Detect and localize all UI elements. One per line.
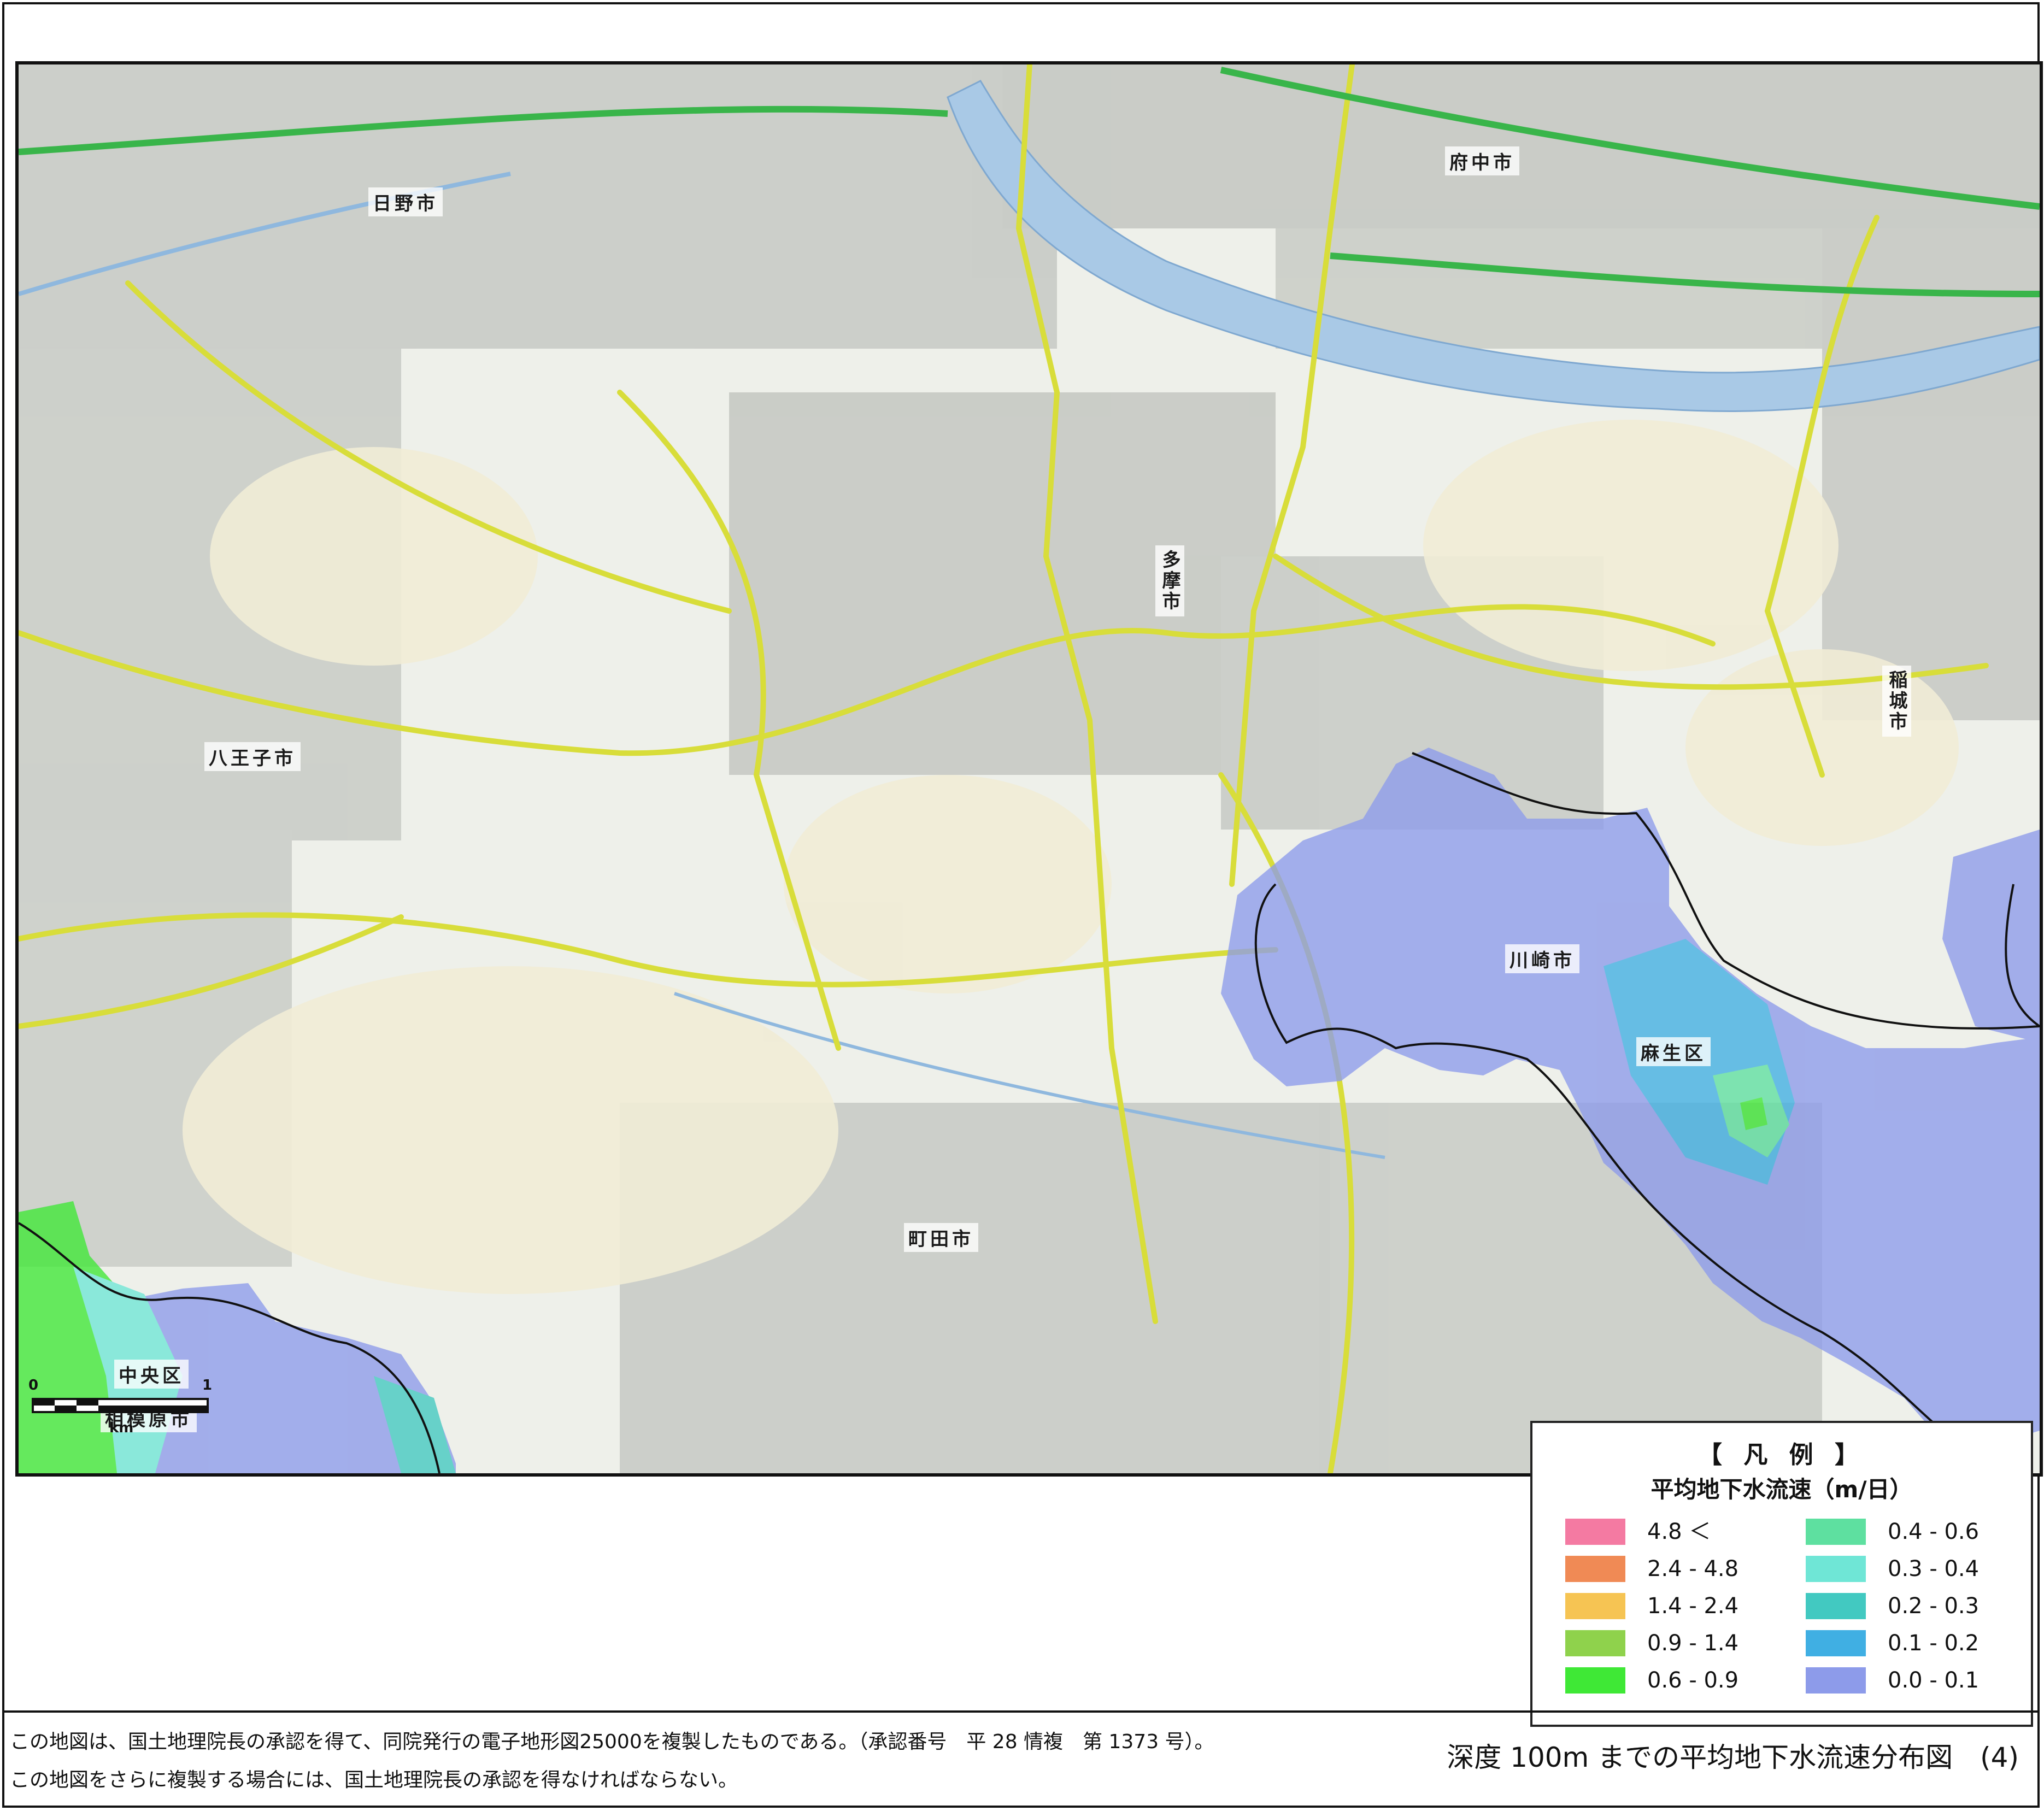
legend-item: 0.6 - 0.9 xyxy=(1565,1667,1784,1697)
legend-swatch xyxy=(1565,1667,1625,1694)
place-label-fuchu: 府中市 xyxy=(1445,146,1519,175)
place-label-hino: 日野市 xyxy=(368,187,443,216)
legend-label: 0.6 - 0.9 xyxy=(1647,1668,1739,1693)
legend-label: 0.9 - 1.4 xyxy=(1647,1631,1739,1656)
legend-label: 0.4 - 0.6 xyxy=(1888,1519,1980,1544)
topographic-map[interactable] xyxy=(19,64,2040,1473)
legend-title: 【 凡 例 】 xyxy=(1698,1441,1865,1469)
legend-item: 2.4 - 4.8 xyxy=(1565,1556,1784,1585)
legend-label: 0.0 - 0.1 xyxy=(1888,1668,1980,1693)
legend-item: 0.3 - 0.4 xyxy=(1806,1556,2024,1585)
legend-item: 0.1 - 0.2 xyxy=(1806,1630,2024,1660)
legend-label: 0.3 - 0.4 xyxy=(1888,1556,1980,1581)
legend-swatch xyxy=(1806,1630,1866,1656)
scale-end-label: 1 xyxy=(202,1377,213,1393)
footer-divider xyxy=(2,1710,2040,1713)
place-label-machida: 町田市 xyxy=(904,1223,978,1252)
legend-subtitle: 平均地下水流速（m/日） xyxy=(1651,1476,1913,1503)
place-label-kawasaki: 川崎市 xyxy=(1505,944,1579,973)
legend-item: 0.9 - 1.4 xyxy=(1565,1630,1784,1660)
legend-swatch xyxy=(1806,1593,1866,1619)
legend-swatch xyxy=(1565,1556,1625,1582)
legend-label: 4.8 ＜ xyxy=(1647,1519,1711,1544)
scale-bar: 0 1 km xyxy=(22,1377,219,1443)
legend-swatch xyxy=(1806,1556,1866,1582)
legend-swatch xyxy=(1565,1519,1625,1545)
place-label-inagi: 稲城市 xyxy=(1882,666,1911,737)
legend-label: 1.4 - 2.4 xyxy=(1647,1594,1739,1619)
legend-item: 0.2 - 0.3 xyxy=(1806,1593,2024,1622)
legend-swatch xyxy=(1565,1593,1625,1619)
legend-swatch xyxy=(1806,1667,1866,1694)
legend-item: 0.4 - 0.6 xyxy=(1806,1519,2024,1548)
map-area[interactable]: 日野市 府中市 多摩市 八王子市 稲城市 川崎市 麻生区 町田市 中央区 相模原… xyxy=(15,61,2043,1477)
place-label-asao: 麻生区 xyxy=(1636,1037,1711,1066)
copyright-note-line1: この地図は、国土地理院長の承認を得て、同院発行の電子地形図25000を複製したも… xyxy=(10,1731,1214,1753)
legend-item: 0.0 - 0.1 xyxy=(1806,1667,2024,1697)
copyright-note-line2: この地図をさらに複製する場合には、国土地理院長の承認を得なければならない。 xyxy=(10,1769,738,1791)
legend-label: 0.1 - 0.2 xyxy=(1888,1631,1980,1656)
scale-unit-label: km xyxy=(109,1420,134,1436)
legend-item: 1.4 - 2.4 xyxy=(1565,1593,1784,1622)
place-label-hachioji: 八王子市 xyxy=(204,742,301,771)
legend-item: 4.8 ＜ xyxy=(1565,1519,1784,1548)
place-label-tama: 多摩市 xyxy=(1155,545,1184,616)
legend-label: 2.4 - 4.8 xyxy=(1647,1556,1739,1581)
scale-start-label: 0 xyxy=(28,1377,39,1393)
legend: 【 凡 例 】 平均地下水流速（m/日） 4.8 ＜ 2.4 - 4.8 1.4 -… xyxy=(1530,1421,2033,1727)
figure-title: 深度 100m までの平均地下水流速分布図 (4) xyxy=(1447,1742,2019,1773)
legend-swatch xyxy=(1565,1630,1625,1656)
legend-label: 0.2 - 0.3 xyxy=(1888,1594,1980,1619)
legend-swatch xyxy=(1806,1519,1866,1545)
